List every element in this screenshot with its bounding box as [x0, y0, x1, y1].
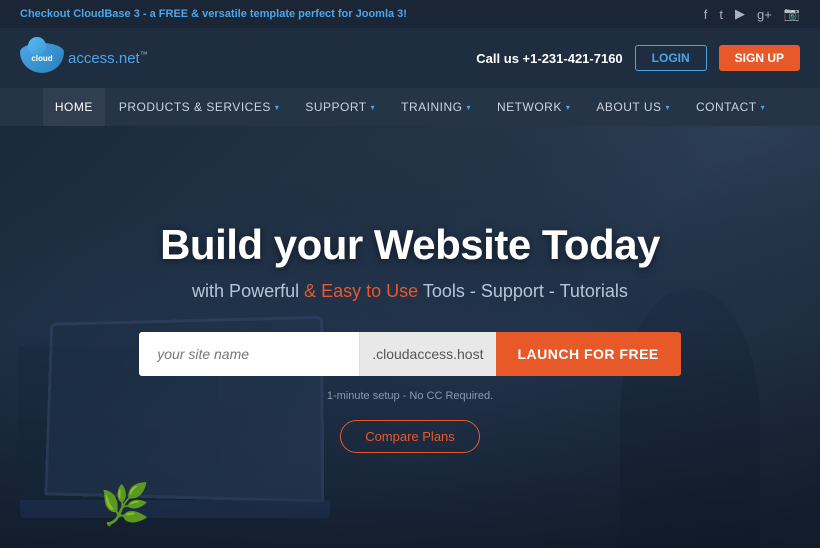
- dropdown-chevron: ▾: [666, 103, 671, 112]
- signup-button[interactable]: SIGN UP: [719, 45, 800, 71]
- announcement-prefix: Checkout: [20, 8, 73, 20]
- youtube-icon[interactable]: ▶: [735, 6, 745, 22]
- google-plus-icon[interactable]: g+: [757, 7, 772, 22]
- hero-subtitle: with Powerful & Easy to Use Tools - Supp…: [20, 281, 800, 302]
- site-name-search: .cloudaccess.host LAUNCH FOR FREE: [20, 332, 800, 376]
- instagram-icon[interactable]: 📷: [784, 6, 800, 22]
- site-header: cloud access.net™ Call us +1-231-421-716…: [0, 28, 820, 88]
- nav-item-products[interactable]: PRODUCTS & SERVICES ▾: [107, 88, 292, 126]
- top-announcement-bar: Checkout CloudBase 3 - a FREE & versatil…: [0, 0, 820, 28]
- compare-plans-button[interactable]: Compare Plans: [340, 420, 480, 453]
- nav-item-home[interactable]: HOME: [43, 88, 105, 126]
- nav-item-support[interactable]: SUPPORT ▾: [293, 88, 387, 126]
- setup-note: 1-minute setup - No CC Required.: [20, 390, 800, 402]
- facebook-icon[interactable]: f: [704, 7, 708, 22]
- dropdown-chevron: ▾: [761, 103, 766, 112]
- launch-button[interactable]: LAUNCH FOR FREE: [496, 332, 681, 376]
- dropdown-chevron: ▾: [467, 103, 472, 112]
- nav-item-about[interactable]: ABOUT US ▾: [584, 88, 682, 126]
- dropdown-chevron: ▾: [275, 103, 280, 112]
- domain-suffix-label: .cloudaccess.host: [359, 332, 495, 376]
- dropdown-chevron: ▾: [371, 103, 376, 112]
- hero-content: Build your Website Today with Powerful &…: [0, 221, 820, 453]
- header-right: Call us +1-231-421-7160 LOGIN SIGN UP: [476, 45, 800, 71]
- twitter-icon[interactable]: t: [719, 7, 723, 22]
- login-button[interactable]: LOGIN: [635, 45, 707, 71]
- hero-subtitle-highlight: & Easy to Use: [304, 281, 418, 301]
- site-name-input[interactable]: [139, 332, 359, 376]
- nav-item-network[interactable]: NETWORK ▾: [485, 88, 582, 126]
- social-icons: f t ▶ g+ 📷: [704, 6, 800, 22]
- logo-cloud-icon: cloud: [20, 43, 64, 73]
- dropdown-chevron: ▾: [566, 103, 571, 112]
- call-us-text: Call us +1-231-421-7160: [476, 51, 622, 66]
- hero-title: Build your Website Today: [20, 221, 800, 269]
- announcement-suffix: - a FREE & versatile template perfect fo…: [140, 8, 407, 20]
- hero-section: Build your Website Today with Powerful &…: [0, 126, 820, 548]
- logo-domain-text: access.net™: [68, 50, 148, 67]
- announcement-text: Checkout CloudBase 3 - a FREE & versatil…: [20, 8, 407, 20]
- main-navigation: HOME PRODUCTS & SERVICES ▾ SUPPORT ▾ TRA…: [0, 88, 820, 126]
- nav-item-training[interactable]: TRAINING ▾: [389, 88, 483, 126]
- logo[interactable]: cloud access.net™: [20, 43, 148, 73]
- nav-item-contact[interactable]: CONTACT ▾: [684, 88, 777, 126]
- brand-name[interactable]: CloudBase 3: [73, 8, 140, 20]
